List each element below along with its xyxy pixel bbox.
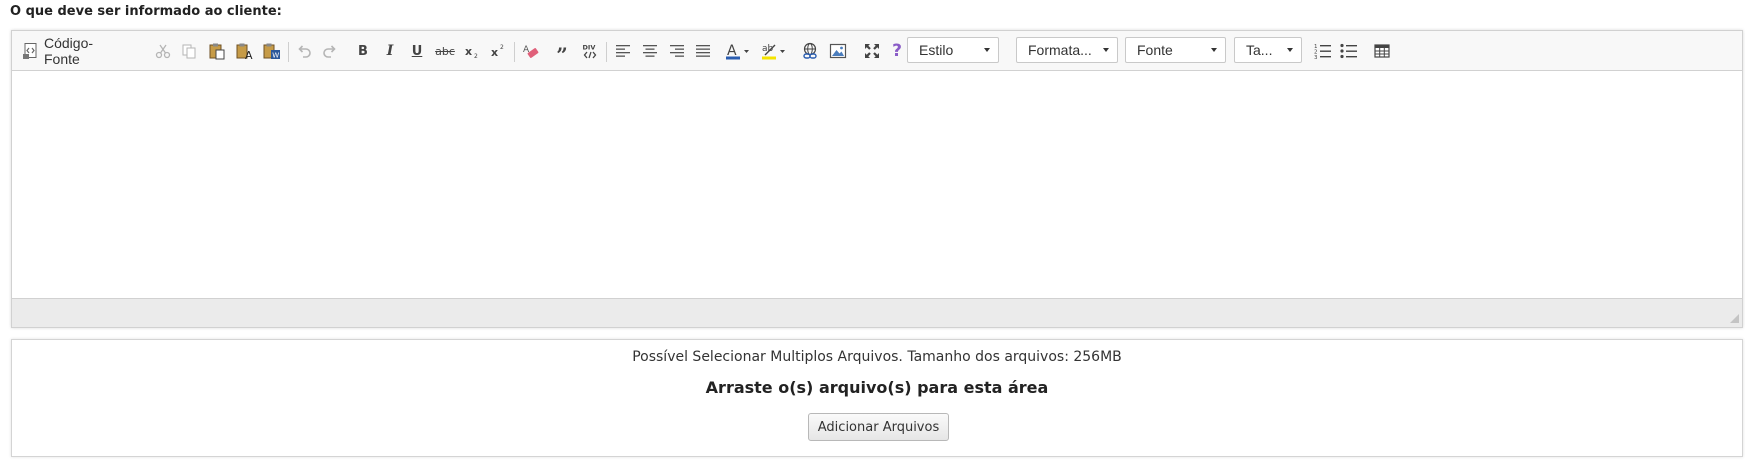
style-select[interactable]: Estilo [907, 37, 999, 63]
clipboard-icon [209, 43, 225, 60]
font-select-label: Fonte [1137, 42, 1173, 58]
underline-icon: U [411, 43, 423, 59]
copy-icon [182, 44, 196, 59]
superscript-icon: x 2 [491, 44, 504, 59]
text-color-icon: A [726, 43, 749, 60]
format-select-label: Formata... [1028, 42, 1092, 58]
align-center-icon [643, 45, 657, 57]
editor-bottom-bar [12, 298, 1742, 327]
copy-button[interactable] [179, 31, 199, 71]
svg-text:2: 2 [500, 44, 504, 51]
underline-button[interactable]: U [407, 31, 427, 71]
subscript-button[interactable]: x 2 [462, 31, 482, 71]
redo-button[interactable] [320, 31, 340, 71]
svg-text:x: x [465, 45, 472, 58]
remove-format-button[interactable]: A [520, 31, 542, 71]
help-icon: ? [892, 41, 902, 61]
bold-button[interactable]: B [353, 31, 373, 71]
source-button[interactable]: Código-Fonte [22, 31, 118, 71]
svg-text:A: A [245, 49, 253, 60]
svg-text:3: 3 [1314, 55, 1318, 60]
source-label: Código-Fonte [44, 35, 94, 67]
toolbar-separator [606, 42, 607, 62]
strikethrough-icon: abc [435, 44, 455, 58]
cut-button[interactable] [153, 31, 173, 71]
background-color-button[interactable]: ab [760, 31, 788, 71]
chevron-down-icon [1211, 48, 1217, 52]
numbered-list-button[interactable]: 1 2 3 [1312, 31, 1334, 71]
align-right-button[interactable] [666, 31, 688, 71]
chevron-down-icon [1103, 48, 1109, 52]
div-icon: DIV [583, 44, 597, 59]
rich-text-editor: Código-Fonte A W B I U abc x 2 x 2 A ” D… [11, 30, 1743, 328]
size-select-label: Ta... [1246, 42, 1273, 58]
text-color-button[interactable]: A [724, 31, 752, 71]
style-select-label: Estilo [919, 42, 954, 58]
create-div-button[interactable]: DIV [579, 31, 601, 71]
svg-text:2: 2 [474, 53, 478, 59]
link-button[interactable] [799, 31, 821, 71]
bulleted-list-icon [1340, 43, 1357, 59]
help-button[interactable]: ? [887, 31, 907, 71]
format-select[interactable]: Formata... [1016, 37, 1118, 63]
align-right-icon [670, 45, 684, 57]
bold-icon: B [358, 43, 368, 59]
file-dropzone[interactable]: Possível Selecionar Multiplos Arquivos. … [11, 339, 1743, 457]
table-button[interactable] [1371, 31, 1393, 71]
paste-word-icon: W [263, 43, 280, 60]
scissors-icon [155, 44, 171, 59]
font-select[interactable]: Fonte [1125, 37, 1226, 63]
paste-button[interactable] [206, 31, 228, 71]
bulleted-list-button[interactable] [1338, 31, 1360, 71]
align-justify-button[interactable] [692, 31, 714, 71]
superscript-button[interactable]: x 2 [488, 31, 508, 71]
quote-icon: ” [556, 43, 568, 67]
editor-toolbar: Código-Fonte A W B I U abc x 2 x 2 A ” D… [12, 31, 1742, 71]
dropzone-info: Possível Selecionar Multiplos Arquivos. … [632, 349, 1122, 365]
toolbar-separator [514, 42, 515, 62]
maximize-button[interactable] [861, 31, 883, 71]
svg-text:W: W [272, 52, 279, 60]
image-button[interactable] [827, 31, 849, 71]
undo-icon [298, 45, 311, 58]
align-left-icon [616, 45, 630, 57]
image-icon [829, 43, 847, 59]
undo-button[interactable] [294, 31, 314, 71]
chevron-down-icon [1287, 48, 1293, 52]
dropzone-title: Arraste o(s) arquivo(s) para esta área [705, 378, 1049, 397]
eraser-icon: A [523, 45, 539, 58]
chevron-down-icon [984, 48, 990, 52]
table-icon [1374, 44, 1390, 58]
source-icon [22, 42, 40, 60]
field-label: O que deve ser informado ao cliente: [10, 4, 282, 19]
redo-icon [323, 45, 336, 58]
align-justify-icon [696, 45, 710, 57]
blockquote-button[interactable]: ” [552, 31, 572, 71]
maximize-icon [865, 44, 879, 58]
resize-handle[interactable] [1730, 314, 1739, 323]
editor-content-area[interactable] [12, 72, 1742, 298]
align-left-button[interactable] [612, 31, 634, 71]
size-select[interactable]: Ta... [1234, 37, 1302, 63]
italic-button[interactable]: I [380, 31, 400, 71]
paste-word-button[interactable]: W [260, 31, 284, 71]
italic-icon: I [386, 43, 394, 59]
subscript-icon: x 2 [465, 45, 478, 59]
svg-text:DIV: DIV [583, 44, 596, 52]
link-globe-icon [803, 42, 817, 59]
paste-text-button[interactable]: A [233, 31, 257, 71]
paste-text-icon: A [236, 43, 253, 60]
svg-text:x: x [491, 46, 498, 59]
align-center-button[interactable] [639, 31, 661, 71]
add-files-button[interactable]: Adicionar Arquivos [808, 413, 949, 441]
toolbar-separator [288, 42, 289, 62]
numbered-list-icon: 1 2 3 [1314, 44, 1331, 60]
strikethrough-button[interactable]: abc [433, 31, 457, 71]
highlight-color-icon: ab [762, 44, 785, 60]
